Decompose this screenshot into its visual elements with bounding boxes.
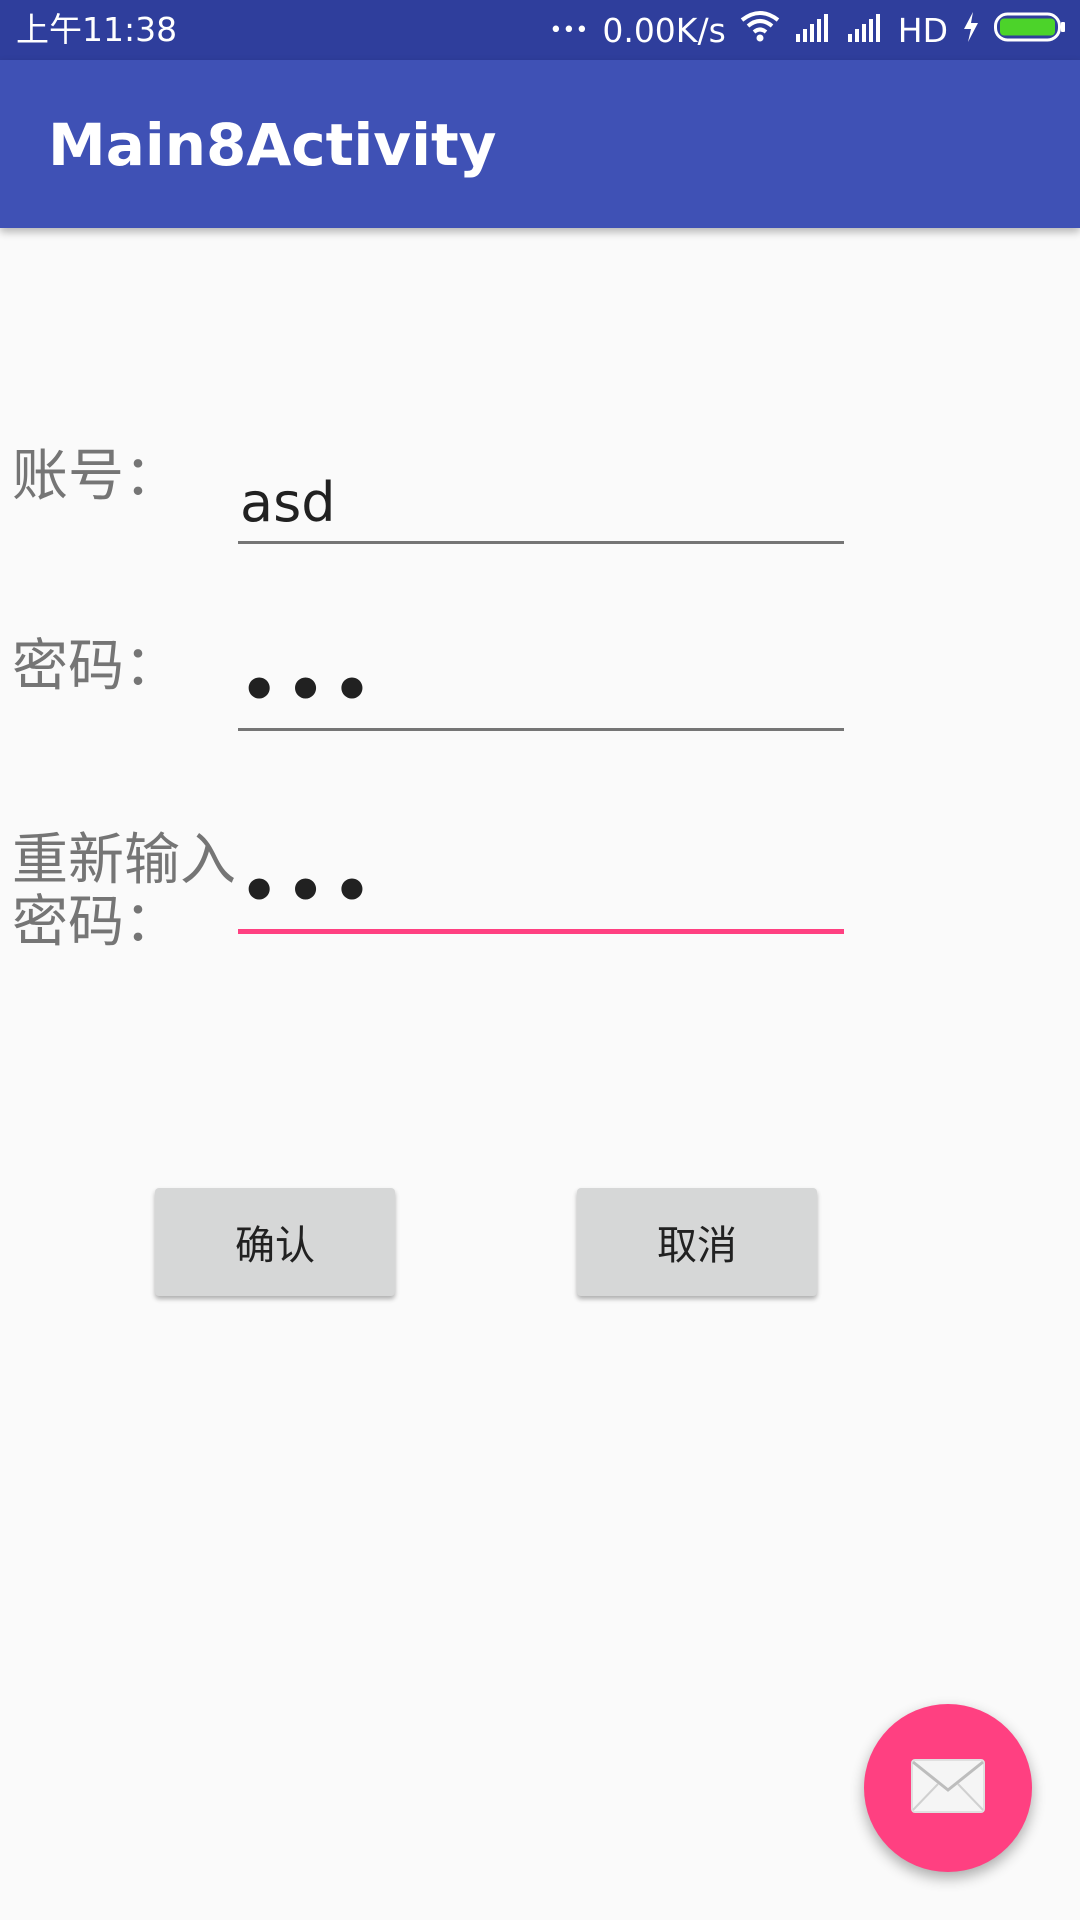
status-time: 上午11:38 (16, 10, 178, 49)
password-label: 密码： (12, 634, 180, 699)
account-field[interactable]: asd (238, 458, 844, 544)
status-icons: ••• 0.00K/s HD (549, 10, 1066, 50)
confirm-password-field[interactable]: ••• (238, 848, 844, 934)
cancel-button[interactable]: 取消 (577, 1188, 817, 1296)
signal-icon (794, 11, 832, 50)
network-speed: 0.00K/s (602, 10, 726, 50)
network-type: HD (897, 10, 948, 50)
app-bar: Main8Activity (0, 60, 1080, 228)
mail-fab-button[interactable] (864, 1704, 1032, 1872)
battery-icon (994, 11, 1066, 50)
status-bar: 上午11:38 ••• 0.00K/s HD (0, 0, 1080, 60)
account-value: asd (240, 471, 336, 534)
account-label: 账号： (12, 444, 180, 509)
confirm-button[interactable]: 确认 (155, 1188, 395, 1296)
more-notifications-icon: ••• (549, 17, 589, 43)
password-value: ••• (240, 655, 380, 725)
page-title: Main8Activity (48, 111, 497, 179)
wifi-icon (740, 10, 780, 50)
confirm-password-label-line2: 密码： (12, 890, 180, 955)
confirm-password-label-line1: 重新输入 (12, 828, 236, 893)
signal-icon (846, 11, 884, 50)
mail-icon (910, 1758, 986, 1818)
charging-icon (962, 11, 980, 50)
password-field[interactable]: ••• (238, 645, 844, 731)
confirm-password-value: ••• (240, 856, 380, 926)
